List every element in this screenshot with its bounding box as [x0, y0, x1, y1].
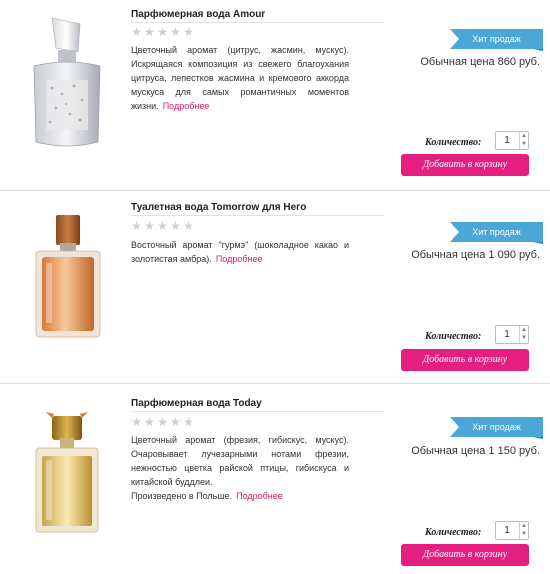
add-to-cart-button[interactable]: Добавить в корзину: [401, 544, 529, 566]
stepper-arrows-icon[interactable]: ▲ ▼: [519, 132, 528, 149]
rating-stars[interactable]: ★ ★ ★ ★ ★: [131, 416, 194, 428]
star-icon[interactable]: ★: [144, 416, 155, 428]
product-description: Восточный аромат "гурмэ" (шоколадное как…: [131, 238, 349, 266]
more-link[interactable]: Подробнее: [236, 491, 283, 501]
stepper-arrows-icon[interactable]: ▲ ▼: [519, 522, 528, 539]
product-title[interactable]: Парфюмерная вода Amour: [131, 9, 265, 20]
product-card: Туалетная вода Tomorrow для Него ★ ★ ★ ★…: [0, 191, 550, 383]
quantity-value[interactable]: 1: [496, 133, 518, 148]
product-image[interactable]: [22, 410, 112, 538]
bestseller-badge: Хит продаж: [450, 417, 543, 439]
title-divider: [131, 215, 384, 216]
product-card: Парфюмерная вода Amour ★ ★ ★ ★ ★ Цветочн…: [0, 0, 550, 190]
star-icon[interactable]: ★: [131, 416, 142, 428]
bestseller-badge: Хит продаж: [450, 29, 543, 51]
star-icon[interactable]: ★: [170, 220, 181, 232]
quantity-label: Количество:: [425, 331, 482, 342]
title-divider: [131, 411, 384, 412]
quantity-value[interactable]: 1: [496, 523, 518, 538]
add-to-cart-button[interactable]: Добавить в корзину: [401, 154, 529, 176]
product-title[interactable]: Туалетная вода Tomorrow для Него: [131, 202, 306, 213]
more-link[interactable]: Подробнее: [216, 254, 263, 264]
product-description: Цветочный аромат (цитрус, жасмин, мускус…: [131, 43, 349, 113]
quantity-stepper[interactable]: 1 ▲ ▼: [495, 131, 529, 150]
description-origin: Произведено в Польше.: [131, 491, 233, 501]
product-card: Парфюмерная вода Today ★ ★ ★ ★ ★ Цветочн…: [0, 384, 550, 574]
product-image[interactable]: [22, 14, 112, 154]
description-text: Цветочный аромат (фрезия, гибискус, муск…: [131, 435, 349, 487]
product-image[interactable]: [22, 213, 112, 341]
product-price: Обычная цена 1 150 руб.: [411, 445, 540, 457]
star-icon[interactable]: ★: [131, 220, 142, 232]
product-price: Обычная цена 860 руб.: [420, 56, 540, 68]
bestseller-badge: Хит продаж: [450, 222, 543, 244]
add-to-cart-button[interactable]: Добавить в корзину: [401, 349, 529, 371]
rating-stars[interactable]: ★ ★ ★ ★ ★: [131, 26, 194, 38]
quantity-value[interactable]: 1: [496, 327, 518, 342]
star-icon[interactable]: ★: [157, 26, 168, 38]
star-icon[interactable]: ★: [157, 416, 168, 428]
star-icon[interactable]: ★: [131, 26, 142, 38]
star-icon[interactable]: ★: [144, 26, 155, 38]
star-icon[interactable]: ★: [183, 26, 194, 38]
star-icon[interactable]: ★: [183, 416, 194, 428]
badge-label: Хит продаж: [472, 34, 521, 44]
quantity-stepper[interactable]: 1 ▲ ▼: [495, 325, 529, 344]
product-price: Обычная цена 1 090 руб.: [411, 249, 540, 261]
badge-label: Хит продаж: [472, 422, 521, 432]
title-divider: [131, 22, 384, 23]
quantity-stepper[interactable]: 1 ▲ ▼: [495, 521, 529, 540]
star-icon[interactable]: ★: [170, 416, 181, 428]
product-description: Цветочный аромат (фрезия, гибискус, муск…: [131, 433, 349, 503]
product-title[interactable]: Парфюмерная вода Today: [131, 398, 262, 409]
star-icon[interactable]: ★: [157, 220, 168, 232]
star-icon[interactable]: ★: [144, 220, 155, 232]
quantity-label: Количество:: [425, 137, 482, 148]
stepper-arrows-icon[interactable]: ▲ ▼: [519, 326, 528, 343]
star-icon[interactable]: ★: [183, 220, 194, 232]
product-list: Парфюмерная вода Amour ★ ★ ★ ★ ★ Цветочн…: [0, 0, 550, 574]
quantity-label: Количество:: [425, 527, 482, 538]
rating-stars[interactable]: ★ ★ ★ ★ ★: [131, 220, 194, 232]
badge-label: Хит продаж: [472, 227, 521, 237]
star-icon[interactable]: ★: [170, 26, 181, 38]
more-link[interactable]: Подробнее: [163, 101, 210, 111]
